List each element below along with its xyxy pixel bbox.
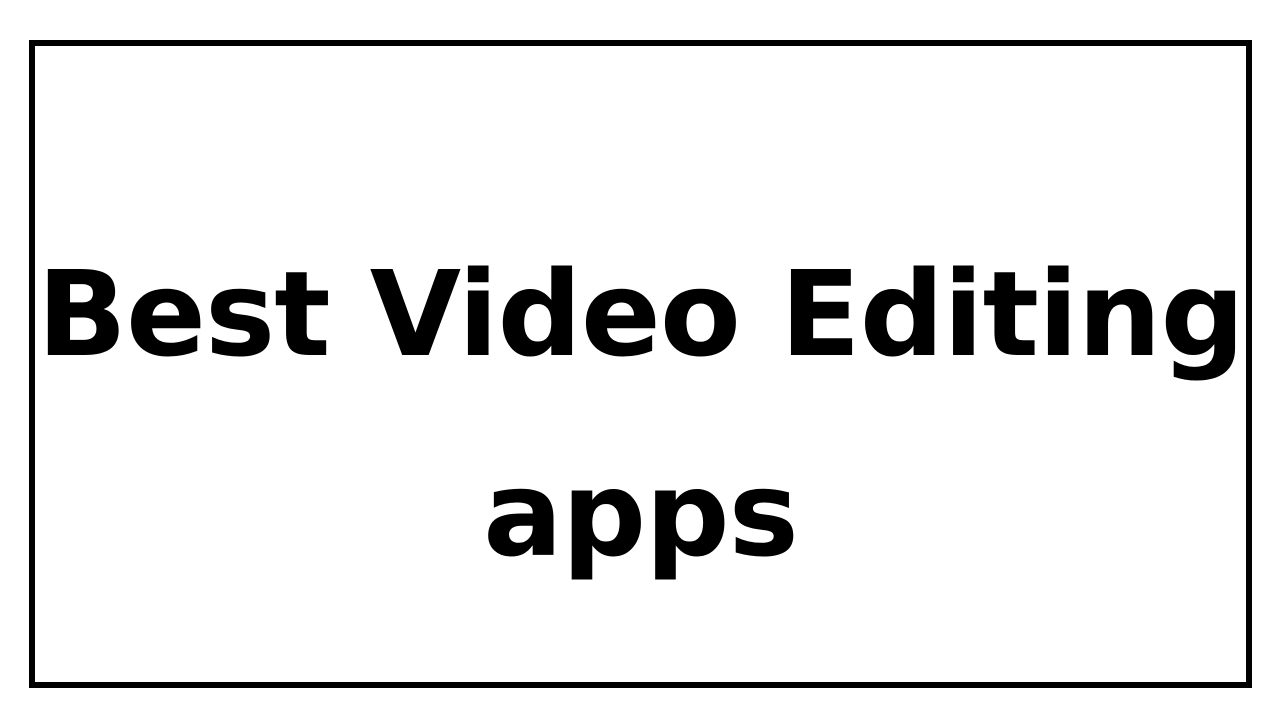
title-line-1: Best Video Editing [37, 245, 1245, 383]
title-heading: Best Video Editing apps [35, 214, 1246, 614]
title-line-2: apps [483, 445, 799, 583]
title-card-frame: Best Video Editing apps [29, 40, 1252, 688]
